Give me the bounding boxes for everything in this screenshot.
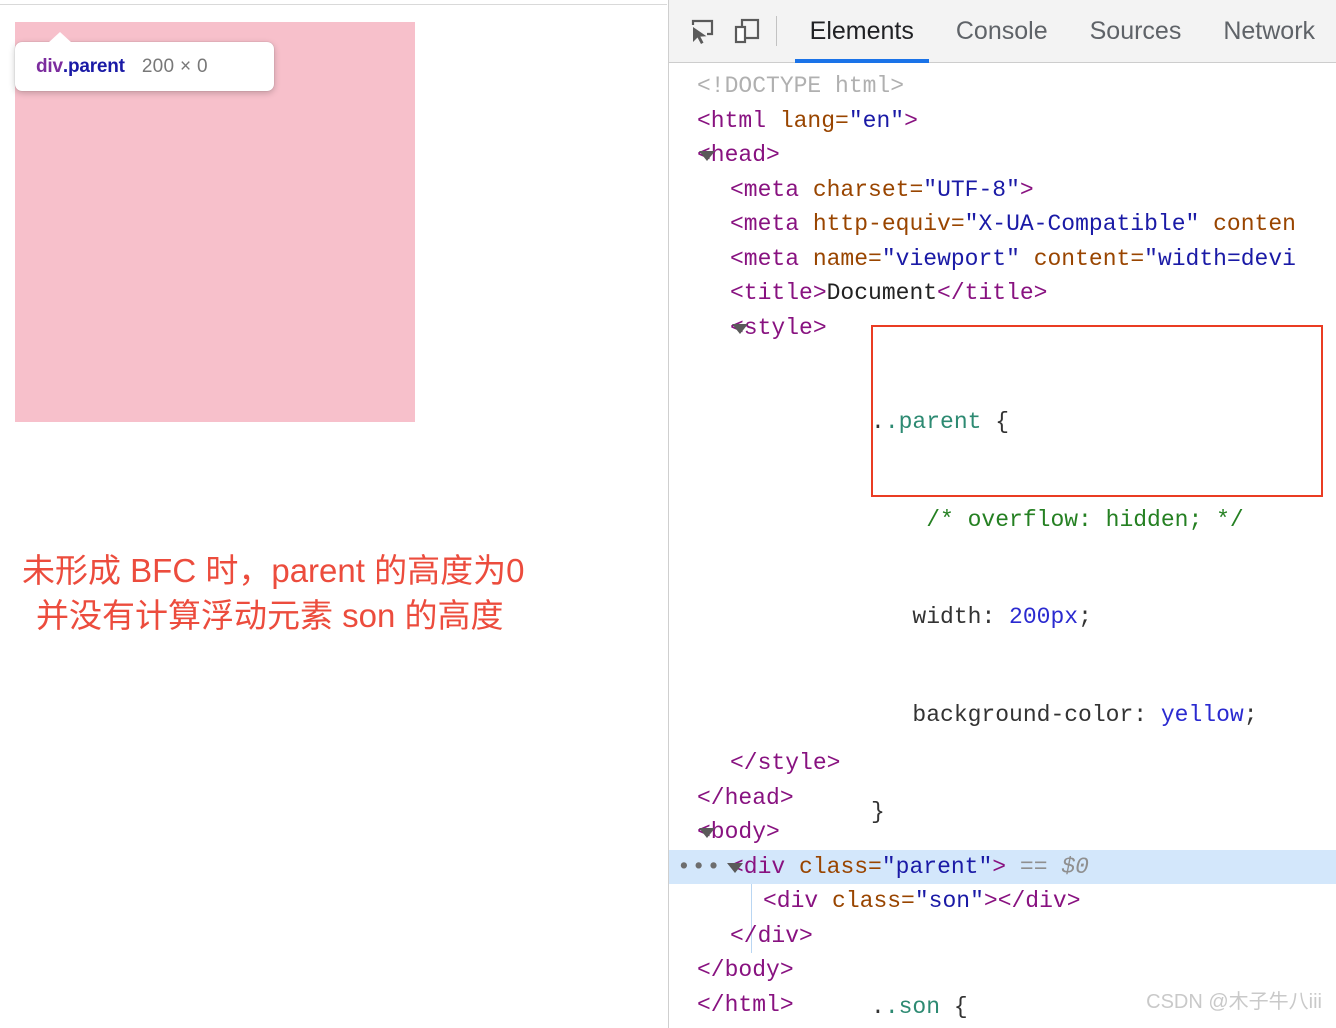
dom-tree: <!DOCTYPE html> <html lang="en"> <head> … [669, 63, 1336, 1022]
dom-row-meta-compat[interactable]: <meta http-equiv="X-UA-Compatible" conte… [669, 207, 1336, 242]
div-son-tag: <div [763, 888, 819, 914]
device-toolbar-icon[interactable] [725, 9, 767, 53]
content-attr: content [1033, 245, 1131, 272]
div-parent-close-token: </div> [730, 922, 813, 949]
head-close-token: </head> [697, 784, 794, 811]
name-attr: name [812, 245, 869, 272]
tab-elements-label: Elements [809, 16, 914, 45]
tooltip-tag-name: div [36, 55, 63, 77]
dom-row-div-parent[interactable]: ••• <div class="parent"> == $0 [669, 849, 1336, 885]
tab-network[interactable]: Network [1202, 0, 1336, 63]
title-open-token: <title> [730, 280, 827, 306]
httpequiv-value: "X-UA-Compatible" [964, 211, 1200, 237]
inspect-element-glyph [692, 19, 714, 44]
div-son-close: </div> [997, 888, 1081, 914]
meta-tag-token-3: <meta [730, 245, 800, 272]
dom-row-title[interactable]: <title>Document</title> [669, 276, 1336, 311]
css-prop-width-parent: width [912, 604, 982, 630]
annotation-text: 未形成 BFC 时，parent 的高度为0 并没有计算浮动元素 son 的高度 [22, 548, 662, 638]
css-selector-parent: .parent [884, 409, 982, 435]
dom-row-body-open[interactable]: <body> [669, 815, 1336, 850]
inspect-element-icon[interactable] [683, 9, 725, 53]
toolbar-divider [775, 16, 777, 46]
style-close-token: </style> [730, 750, 841, 776]
tab-sources[interactable]: Sources [1069, 0, 1203, 63]
chevron-down-icon-style[interactable] [732, 323, 748, 334]
doctype-token: <!DOCTYPE html> [697, 73, 905, 99]
dom-row-head-open[interactable]: <head> [669, 138, 1336, 173]
tab-sources-label: Sources [1089, 16, 1182, 45]
title-text: Document [826, 280, 938, 306]
css-val-bg-parent: yellow [1160, 701, 1244, 728]
css-prop-bg-parent: background-color [912, 701, 1134, 728]
dom-row-style-open[interactable]: <style> [669, 311, 1336, 346]
dom-row-doctype[interactable]: <!DOCTYPE html> [669, 69, 1336, 104]
more-options-ellipsis-icon[interactable]: ••• [677, 850, 721, 885]
meta-tag-token-1: <meta [730, 176, 800, 203]
page-viewport: div .parent 200 × 0 未形成 BFC 时，parent 的高度为… [0, 0, 667, 1028]
css-brace-open-1: { [995, 409, 1010, 435]
dom-row-meta-viewport[interactable]: <meta name="viewport" content="width=dev… [669, 242, 1336, 277]
selected-node-marker: == $0 [1019, 853, 1089, 880]
charset-value: "UTF-8" [923, 176, 1020, 203]
annotation-line-2: 并没有计算浮动元素 son 的高度 [36, 597, 504, 634]
body-close-token: </body> [697, 957, 794, 983]
css-line-parent-comment: /* overflow: hidden; */ [871, 504, 1258, 537]
html-close-token: </html> [697, 991, 794, 1018]
div-parent-class-value: "parent" [881, 853, 993, 880]
device-toolbar-glyph [734, 18, 759, 44]
content-attr-partial: conten [1213, 211, 1296, 237]
name-value: "viewport" [881, 245, 1020, 272]
css-comment-overflow: /* overflow: hidden; */ [926, 506, 1244, 533]
tab-network-label: Network [1223, 16, 1316, 45]
html-tag-token: <html [697, 107, 767, 134]
css-line-parent-bg: background-color: yellow; [912, 701, 1258, 728]
div-parent-gt: > [992, 853, 1007, 880]
dom-row-meta-charset[interactable]: <meta charset="UTF-8"> [669, 173, 1336, 208]
watermark: CSDN @木子牛八iii [1146, 991, 1322, 1013]
dom-row-div-close[interactable]: </div> [669, 919, 1336, 954]
div-parent-class-attr: class [799, 853, 869, 880]
css-line-parent-selector: ..parent { [871, 409, 1010, 435]
chevron-down-icon-div-parent[interactable] [727, 862, 743, 873]
html-tag-gt: > [904, 107, 918, 134]
dom-row-style-close[interactable]: </style> [669, 746, 1336, 781]
tooltip-class-name: .parent [62, 55, 125, 77]
inspect-element-tooltip: div .parent 200 × 0 [15, 32, 274, 91]
tab-console[interactable]: Console [935, 0, 1069, 63]
devtools-panel: Elements Console Sources Network <!DOCTY… [668, 0, 1336, 1028]
html-lang-attr: lang [779, 107, 836, 134]
charset-attr: charset [812, 176, 910, 203]
annotation-line-1: 未形成 BFC 时，parent 的高度为0 [22, 552, 525, 589]
httpequiv-attr: http-equiv [812, 211, 951, 237]
content-value-partial: "width=devi [1144, 245, 1296, 272]
dom-row-head-close[interactable]: </head> [669, 781, 1336, 816]
title-close-token: </title> [937, 280, 1048, 306]
dom-row-html-open[interactable]: <html lang="en"> [669, 104, 1336, 139]
tooltip-arrow [48, 32, 72, 43]
dom-row-div-son[interactable]: <div class="son"></div> [669, 884, 1336, 953]
chevron-down-icon-head[interactable] [699, 151, 715, 161]
chevron-down-icon-body[interactable] [699, 828, 715, 838]
tab-elements[interactable]: Elements [789, 0, 935, 63]
html-lang-value: "en" [848, 107, 905, 134]
screenshot-root: div .parent 200 × 0 未形成 BFC 时，parent 的高度为… [0, 0, 1336, 1028]
div-son-class-value: "son" [914, 888, 984, 914]
dom-row-body-close[interactable]: </body> [669, 953, 1336, 988]
tab-console-label: Console [955, 16, 1048, 45]
devtools-toolbar: Elements Console Sources Network [669, 0, 1336, 63]
viewport-top-divider [0, 4, 667, 5]
tooltip-dimensions: 200 × 0 [141, 55, 208, 77]
css-line-parent-width: width: 200px; [912, 604, 1092, 630]
css-val-width-parent: 200px [1009, 604, 1079, 630]
meta-tag-token-2: <meta [730, 211, 800, 237]
div-son-gt: > [983, 888, 998, 914]
meta-gt-1: > [1019, 176, 1034, 203]
div-son-class-attr: class [832, 888, 902, 914]
